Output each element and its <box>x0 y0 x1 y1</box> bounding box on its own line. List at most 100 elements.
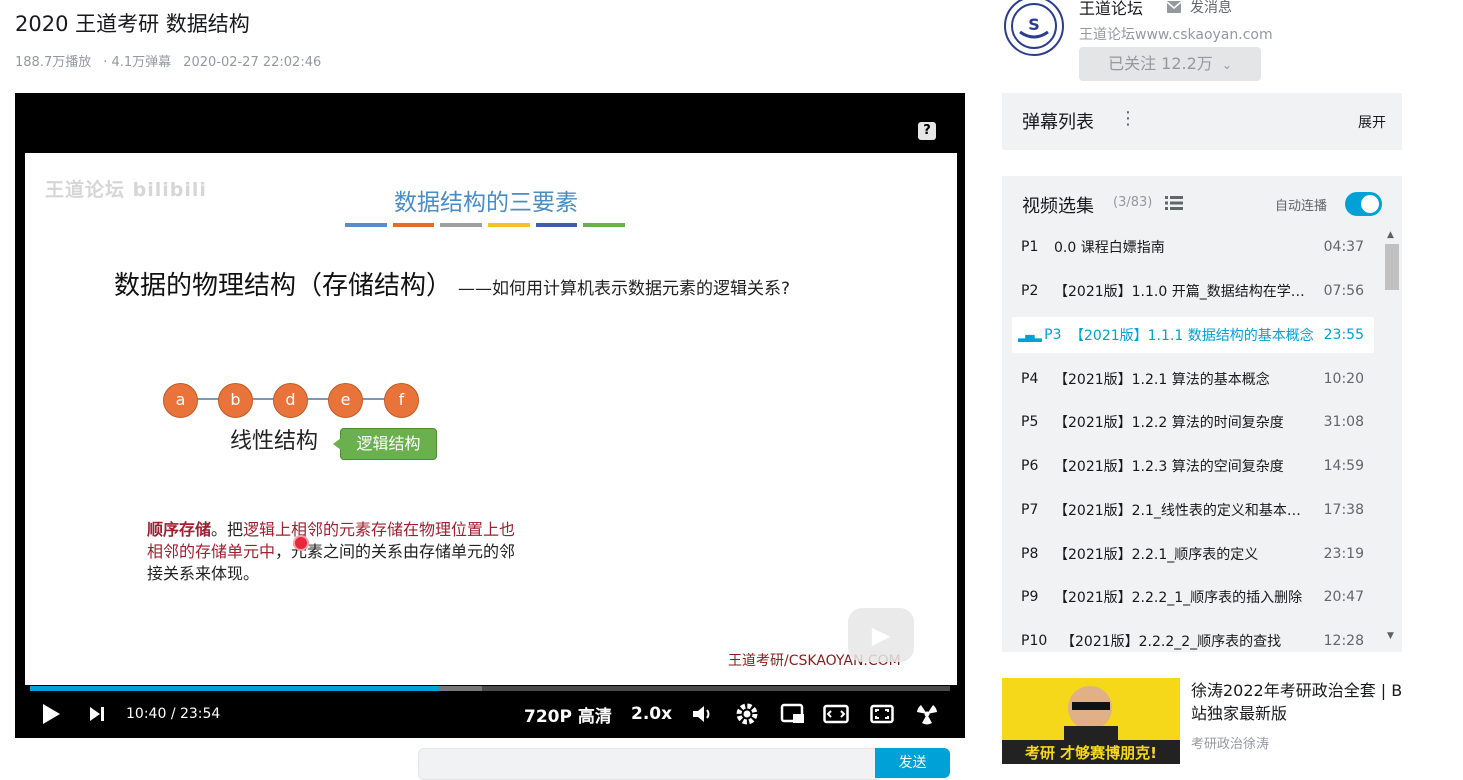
playlist-item[interactable]: P7 【2021版】2.1_线性表的定义和基本… 17:38 <box>1012 492 1374 528</box>
send-message-label: 发消息 <box>1190 0 1232 16</box>
laser-pointer <box>293 535 309 551</box>
node-a: a <box>163 383 198 418</box>
heading-main: 数据的物理结构（存储结构） <box>114 271 453 301</box>
danmaku-input[interactable] <box>418 748 877 780</box>
big-play-button[interactable]: ▶ <box>848 608 914 662</box>
episode-number: P1 <box>1021 239 1039 255</box>
episode-duration: 12:28 <box>1323 633 1364 649</box>
recommended-video-title[interactable]: 徐涛2022年考研政治全套 | B站独家最新版 <box>1191 679 1406 725</box>
episode-duration: 20:47 <box>1323 589 1364 605</box>
chevron-down-icon: ⌄ <box>1221 58 1232 72</box>
next-icon[interactable] <box>88 698 106 730</box>
episode-title: 【2021版】1.2.1 算法的基本概念 <box>1054 372 1270 388</box>
node-b: b <box>218 383 253 418</box>
episode-playlist: 视频选集 (3/83) 自动连播 P1 0.0 课程白嫖指南 04:37 P2 【20… <box>1002 176 1402 652</box>
playlist-item[interactable]: P4 【2021版】1.2.1 算法的基本概念 10:20 <box>1012 361 1374 397</box>
episode-duration: 31:08 <box>1323 414 1364 430</box>
uploader-avatar[interactable]: S <box>1004 0 1064 56</box>
help-icon[interactable]: ? <box>918 122 936 140</box>
progress-bar[interactable] <box>30 686 950 691</box>
episode-duration: 17:38 <box>1323 502 1364 518</box>
autoplay-toggle[interactable] <box>1345 192 1382 216</box>
speed-button[interactable]: 2.0x <box>631 698 672 730</box>
linear-structure-label: 线性结构 <box>230 429 319 454</box>
ad-thumbnail[interactable]: 考研 才够赛博朋克! <box>1002 678 1180 764</box>
follow-label: 已关注 12.2万 <box>1108 54 1213 73</box>
send-message-link[interactable]: 发消息 <box>1166 0 1232 17</box>
follow-button[interactable]: 已关注 12.2万 ⌄ <box>1079 47 1261 81</box>
recommended-video-author[interactable]: 考研政治徐涛 <box>1191 733 1269 752</box>
episode-title: 【2021版】1.1.0 开篇_数据结构在学… <box>1054 284 1305 300</box>
episode-title: 【2021版】2.1_线性表的定义和基本… <box>1054 503 1301 519</box>
toggle-knob <box>1361 195 1379 213</box>
underline-bar <box>488 223 530 227</box>
uploader-name[interactable]: 王道论坛 <box>1079 0 1143 19</box>
danmaku-list-panel[interactable]: 弹幕列表 ⋮ 展开 <box>1002 93 1402 150</box>
underline-bar <box>535 223 578 227</box>
underline-bar <box>583 223 626 227</box>
send-danmaku-button[interactable]: 发送 <box>875 748 950 778</box>
episode-title: 【2021版】1.2.3 算法的空间复杂度 <box>1054 459 1284 475</box>
play-icon[interactable] <box>41 698 61 730</box>
more-options-icon[interactable]: ⋮ <box>1119 108 1137 129</box>
episode-number: P10 <box>1021 633 1048 649</box>
episode-title: 【2021版】1.1.1 数据结构的基本概念 <box>1070 328 1314 344</box>
mail-icon <box>1166 1 1182 13</box>
uploader-description: 王道论坛www.cskaoyan.com <box>1079 27 1273 43</box>
episode-number: P6 <box>1021 458 1039 474</box>
slide-underline <box>345 223 626 229</box>
episode-duration: 23:19 <box>1323 546 1364 562</box>
playlist-item[interactable]: P10 【2021版】2.2.2_2_顺序表的查找 12:28 <box>1012 623 1374 652</box>
view-count: 188.7万播放 <box>15 55 92 70</box>
time-separator: / <box>170 706 176 722</box>
node-e: e <box>328 383 363 418</box>
episode-duration: 14:59 <box>1323 458 1364 474</box>
underline-bar <box>392 223 435 227</box>
danmaku-count: · 4.1万弹幕 <box>103 55 172 70</box>
slide-heading: 数据的物理结构（存储结构） ——如何用计算机表示数据元素的逻辑关系? <box>114 265 790 302</box>
expand-button[interactable]: 展开 <box>1358 112 1386 132</box>
playlist-item[interactable]: P6 【2021版】1.2.3 算法的空间复杂度 14:59 <box>1012 448 1374 484</box>
widescreen-icon[interactable] <box>823 698 849 730</box>
picture-in-picture-icon[interactable] <box>780 698 806 730</box>
scroll-thumb[interactable] <box>1385 244 1399 290</box>
episode-duration: 04:37 <box>1323 239 1364 255</box>
playlist-item-active[interactable]: ▂▄▂ P3 【2021版】1.1.1 数据结构的基本概念 23:55 <box>1012 317 1374 353</box>
list-view-icon[interactable] <box>1165 195 1183 214</box>
progress-fill <box>30 686 441 691</box>
underline-bar <box>345 223 387 227</box>
video-frame[interactable]: 王道论坛 bilibili 数据结构的三要素 数据的物理结构（存储结构） ——如何… <box>25 153 957 685</box>
episode-number: P5 <box>1021 414 1039 430</box>
time-display: 10:40 / 23:54 <box>126 698 220 730</box>
playlist-item[interactable]: P8 【2021版】2.2.1_顺序表的定义 23:19 <box>1012 536 1374 572</box>
underline-bar <box>440 223 483 227</box>
scroll-down-arrow-icon[interactable]: ▼ <box>1387 631 1394 641</box>
playlist-item[interactable]: P2 【2021版】1.1.0 开篇_数据结构在学… 07:56 <box>1012 273 1374 309</box>
node-d: d <box>273 383 308 418</box>
playlist-item[interactable]: P5 【2021版】1.2.2 算法的时间复杂度 31:08 <box>1012 404 1374 440</box>
video-player[interactable]: ? 王道论坛 bilibili 数据结构的三要素 数据的物理结构（存储结构） ——… <box>15 93 965 738</box>
episode-number: P9 <box>1021 589 1039 605</box>
scroll-up-arrow-icon[interactable]: ▲ <box>1387 230 1394 240</box>
quality-button[interactable]: 720P 高清 <box>524 698 612 730</box>
total-duration: 23:54 <box>179 706 221 722</box>
playlist-item[interactable]: P1 0.0 课程白嫖指南 04:37 <box>1012 229 1374 265</box>
autoplay-label: 自动连播 <box>1275 199 1328 214</box>
settings-gear-icon[interactable] <box>735 698 759 730</box>
playlist-count: (3/83) <box>1113 195 1153 210</box>
node-f: f <box>384 383 419 418</box>
svg-text:S: S <box>1028 15 1040 34</box>
publish-date: 2020-02-27 22:02:46 <box>183 55 322 70</box>
current-time: 10:40 <box>126 706 167 722</box>
episode-title: 【2021版】2.2.2_2_顺序表的查找 <box>1061 634 1282 650</box>
episode-title: 【2021版】2.2.1_顺序表的定义 <box>1054 547 1259 563</box>
fullscreen-icon[interactable] <box>915 698 939 730</box>
playlist-scrollbar[interactable]: ▲ ▼ <box>1383 228 1399 648</box>
slide-title: 数据结构的三要素 <box>394 190 578 216</box>
volume-icon[interactable] <box>692 698 714 730</box>
playlist-title: 视频选集 <box>1022 196 1094 217</box>
para-term: 顺序存储 <box>147 520 212 539</box>
episode-number: P2 <box>1021 283 1039 299</box>
web-fullscreen-icon[interactable] <box>870 698 894 730</box>
playlist-item[interactable]: P9 【2021版】2.2.2_1_顺序表的插入删除 20:47 <box>1012 579 1374 615</box>
